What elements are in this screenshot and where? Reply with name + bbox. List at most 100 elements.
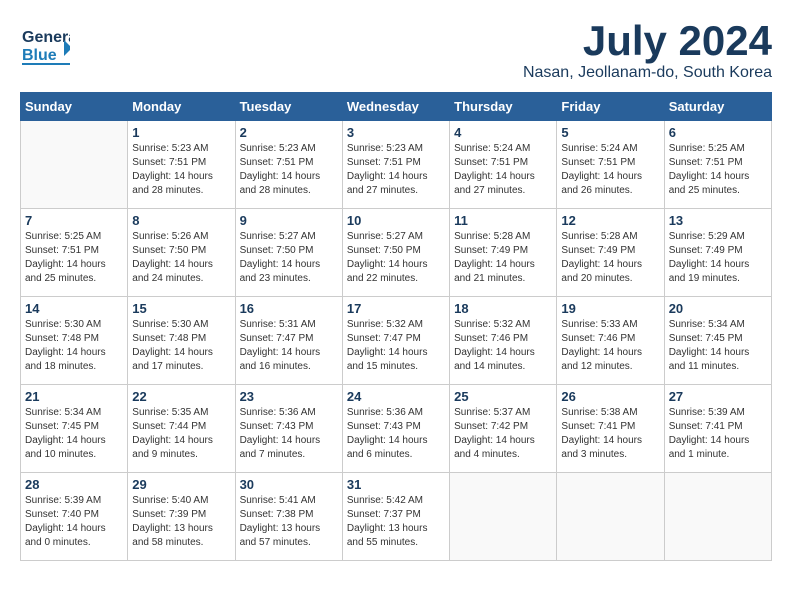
day-number: 3 <box>347 125 445 140</box>
calendar-cell: 17 Sunrise: 5:32 AMSunset: 7:47 PMDayligh… <box>342 297 449 385</box>
calendar-week-row: 14 Sunrise: 5:30 AMSunset: 7:48 PMDayligh… <box>21 297 772 385</box>
svg-text:General: General <box>22 29 70 46</box>
calendar-cell: 13 Sunrise: 5:29 AMSunset: 7:49 PMDayligh… <box>664 209 771 297</box>
day-info: Sunrise: 5:25 AMSunset: 7:51 PMDaylight:… <box>669 142 767 198</box>
calendar-day-header: Monday <box>128 93 235 121</box>
calendar-cell: 28 Sunrise: 5:39 AMSunset: 7:40 PMDayligh… <box>21 473 128 561</box>
day-info: Sunrise: 5:28 AMSunset: 7:49 PMDaylight:… <box>561 230 659 286</box>
page-header: General Blue July 2024 Nasan, Jeollanam-… <box>20 20 772 82</box>
calendar-cell: 8 Sunrise: 5:26 AMSunset: 7:50 PMDaylight… <box>128 209 235 297</box>
calendar-cell <box>664 473 771 561</box>
calendar-cell: 21Sunrise: 5:34 AMSunset: 7:45 PMDayligh… <box>21 385 128 473</box>
day-number: 25 <box>454 389 552 404</box>
month-title: July 2024 <box>523 20 772 62</box>
calendar-cell: 30Sunrise: 5:41 AMSunset: 7:38 PMDayligh… <box>235 473 342 561</box>
day-number: 27 <box>669 389 767 404</box>
day-number: 4 <box>454 125 552 140</box>
day-info: Sunrise: 5:42 AMSunset: 7:37 PMDaylight:… <box>347 494 445 550</box>
calendar-cell: 11 Sunrise: 5:28 AMSunset: 7:49 PMDayligh… <box>450 209 557 297</box>
calendar-cell: 16Sunrise: 5:31 AMSunset: 7:47 PMDayligh… <box>235 297 342 385</box>
day-info: Sunrise: 5:29 AMSunset: 7:49 PMDaylight:… <box>669 230 767 286</box>
calendar-cell: 1 Sunrise: 5:23 AMSunset: 7:51 PMDaylight… <box>128 121 235 209</box>
calendar-cell: 27Sunrise: 5:39 AMSunset: 7:41 PMDayligh… <box>664 385 771 473</box>
day-number: 6 <box>669 125 767 140</box>
day-number: 14 <box>25 301 123 316</box>
day-info: Sunrise: 5:27 AMSunset: 7:50 PMDaylight:… <box>347 230 445 286</box>
day-number: 15 <box>132 301 230 316</box>
calendar-day-header: Wednesday <box>342 93 449 121</box>
day-number: 13 <box>669 213 767 228</box>
calendar-cell: 19Sunrise: 5:33 AMSunset: 7:46 PMDayligh… <box>557 297 664 385</box>
day-info: Sunrise: 5:24 AMSunset: 7:51 PMDaylight:… <box>454 142 552 198</box>
calendar-cell: 23Sunrise: 5:36 AMSunset: 7:43 PMDayligh… <box>235 385 342 473</box>
day-info: Sunrise: 5:23 AMSunset: 7:51 PMDaylight:… <box>132 142 230 198</box>
calendar-cell: 2 Sunrise: 5:23 AMSunset: 7:51 PMDaylight… <box>235 121 342 209</box>
calendar-cell: 26 Sunrise: 5:38 AMSunset: 7:41 PMDayligh… <box>557 385 664 473</box>
calendar-day-header: Friday <box>557 93 664 121</box>
calendar-cell: 18 Sunrise: 5:32 AMSunset: 7:46 PMDayligh… <box>450 297 557 385</box>
day-number: 29 <box>132 477 230 492</box>
day-info: Sunrise: 5:32 AMSunset: 7:47 PMDaylight:… <box>347 318 445 374</box>
calendar-week-row: 1 Sunrise: 5:23 AMSunset: 7:51 PMDaylight… <box>21 121 772 209</box>
day-number: 5 <box>561 125 659 140</box>
calendar-header-row: SundayMondayTuesdayWednesdayThursdayFrid… <box>21 93 772 121</box>
day-number: 1 <box>132 125 230 140</box>
calendar-week-row: 7 Sunrise: 5:25 AMSunset: 7:51 PMDaylight… <box>21 209 772 297</box>
calendar-cell: 22 Sunrise: 5:35 AMSunset: 7:44 PMDayligh… <box>128 385 235 473</box>
day-info: Sunrise: 5:23 AMSunset: 7:51 PMDaylight:… <box>347 142 445 198</box>
day-info: Sunrise: 5:35 AMSunset: 7:44 PMDaylight:… <box>132 406 230 462</box>
day-number: 19 <box>561 301 659 316</box>
day-number: 26 <box>561 389 659 404</box>
day-number: 22 <box>132 389 230 404</box>
calendar-cell: 31Sunrise: 5:42 AMSunset: 7:37 PMDayligh… <box>342 473 449 561</box>
day-info: Sunrise: 5:32 AMSunset: 7:46 PMDaylight:… <box>454 318 552 374</box>
day-info: Sunrise: 5:39 AMSunset: 7:40 PMDaylight:… <box>25 494 123 550</box>
day-number: 28 <box>25 477 123 492</box>
calendar-cell: 10 Sunrise: 5:27 AMSunset: 7:50 PMDayligh… <box>342 209 449 297</box>
calendar-cell: 12 Sunrise: 5:28 AMSunset: 7:49 PMDayligh… <box>557 209 664 297</box>
calendar-day-header: Saturday <box>664 93 771 121</box>
day-info: Sunrise: 5:26 AMSunset: 7:50 PMDaylight:… <box>132 230 230 286</box>
calendar-cell: 5 Sunrise: 5:24 AMSunset: 7:51 PMDaylight… <box>557 121 664 209</box>
calendar-week-row: 21Sunrise: 5:34 AMSunset: 7:45 PMDayligh… <box>21 385 772 473</box>
location-title: Nasan, Jeollanam-do, South Korea <box>523 64 772 82</box>
calendar-cell: 3 Sunrise: 5:23 AMSunset: 7:51 PMDaylight… <box>342 121 449 209</box>
day-info: Sunrise: 5:38 AMSunset: 7:41 PMDaylight:… <box>561 406 659 462</box>
day-info: Sunrise: 5:24 AMSunset: 7:51 PMDaylight:… <box>561 142 659 198</box>
calendar-cell: 9Sunrise: 5:27 AMSunset: 7:50 PMDaylight… <box>235 209 342 297</box>
day-number: 18 <box>454 301 552 316</box>
calendar-cell: 7 Sunrise: 5:25 AMSunset: 7:51 PMDaylight… <box>21 209 128 297</box>
day-number: 12 <box>561 213 659 228</box>
calendar-week-row: 28 Sunrise: 5:39 AMSunset: 7:40 PMDayligh… <box>21 473 772 561</box>
calendar-day-header: Tuesday <box>235 93 342 121</box>
calendar-day-header: Thursday <box>450 93 557 121</box>
day-info: Sunrise: 5:41 AMSunset: 7:38 PMDaylight:… <box>240 494 338 550</box>
day-info: Sunrise: 5:31 AMSunset: 7:47 PMDaylight:… <box>240 318 338 374</box>
day-number: 8 <box>132 213 230 228</box>
svg-text:Blue: Blue <box>22 47 57 64</box>
calendar-cell: 20Sunrise: 5:34 AMSunset: 7:45 PMDayligh… <box>664 297 771 385</box>
calendar-cell: 6 Sunrise: 5:25 AMSunset: 7:51 PMDaylight… <box>664 121 771 209</box>
day-info: Sunrise: 5:36 AMSunset: 7:43 PMDaylight:… <box>347 406 445 462</box>
day-info: Sunrise: 5:25 AMSunset: 7:51 PMDaylight:… <box>25 230 123 286</box>
day-number: 17 <box>347 301 445 316</box>
day-info: Sunrise: 5:28 AMSunset: 7:49 PMDaylight:… <box>454 230 552 286</box>
day-number: 10 <box>347 213 445 228</box>
day-info: Sunrise: 5:23 AMSunset: 7:51 PMDaylight:… <box>240 142 338 198</box>
calendar-table: SundayMondayTuesdayWednesdayThursdayFrid… <box>20 92 772 561</box>
logo-icon: General Blue <box>20 20 70 70</box>
title-section: July 2024 Nasan, Jeollanam-do, South Kor… <box>523 20 772 82</box>
day-info: Sunrise: 5:34 AMSunset: 7:45 PMDaylight:… <box>669 318 767 374</box>
day-number: 7 <box>25 213 123 228</box>
day-info: Sunrise: 5:30 AMSunset: 7:48 PMDaylight:… <box>25 318 123 374</box>
calendar-cell: 29Sunrise: 5:40 AMSunset: 7:39 PMDayligh… <box>128 473 235 561</box>
calendar-cell <box>21 121 128 209</box>
day-number: 2 <box>240 125 338 140</box>
day-info: Sunrise: 5:34 AMSunset: 7:45 PMDaylight:… <box>25 406 123 462</box>
day-info: Sunrise: 5:30 AMSunset: 7:48 PMDaylight:… <box>132 318 230 374</box>
day-number: 24 <box>347 389 445 404</box>
calendar-cell <box>450 473 557 561</box>
calendar-cell <box>557 473 664 561</box>
day-info: Sunrise: 5:36 AMSunset: 7:43 PMDaylight:… <box>240 406 338 462</box>
day-number: 11 <box>454 213 552 228</box>
